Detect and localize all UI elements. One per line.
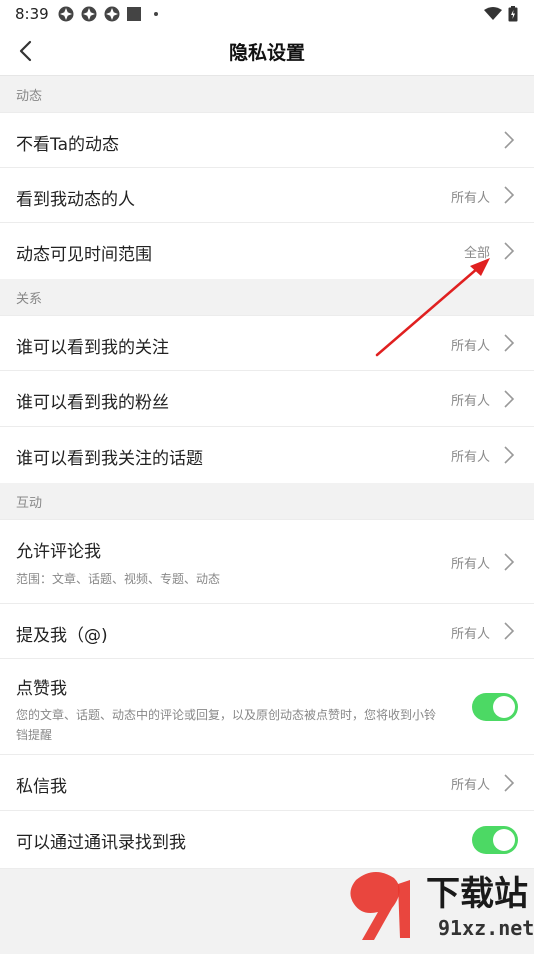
row-who-sees-following[interactable]: 谁可以看到我的关注 所有人 bbox=[0, 315, 534, 371]
more-notifications-dot-icon bbox=[154, 12, 158, 16]
site-watermark: 下载站 91xz.net bbox=[334, 860, 534, 950]
like-notification-toggle[interactable] bbox=[472, 693, 518, 721]
row-title: 允许评论我 bbox=[16, 542, 101, 562]
chevron-right-icon bbox=[504, 622, 515, 640]
chevron-right-icon bbox=[504, 334, 515, 352]
contacts-find-toggle[interactable] bbox=[472, 826, 518, 854]
row-allow-comment[interactable]: 允许评论我 范围：文章、话题、视频、专题、动态 所有人 bbox=[0, 519, 534, 604]
watermark-site: 91xz.net bbox=[438, 916, 534, 940]
section-header-dynamic: 动态 bbox=[0, 76, 534, 112]
toggle-knob bbox=[493, 696, 515, 718]
row-title: 谁可以看到我的关注 bbox=[16, 338, 169, 358]
wifi-icon bbox=[484, 7, 502, 20]
chevron-right-icon bbox=[504, 242, 515, 260]
chevron-right-icon bbox=[504, 390, 515, 408]
row-value: 所有人 bbox=[450, 450, 490, 465]
row-title: 提及我（@) bbox=[16, 626, 108, 646]
row-title: 看到我动态的人 bbox=[16, 190, 135, 210]
row-title: 点赞我 bbox=[16, 679, 67, 699]
row-title: 不看Ta的动态 bbox=[16, 135, 119, 155]
chevron-right-icon bbox=[504, 774, 515, 792]
row-mention-me[interactable]: 提及我（@) 所有人 bbox=[0, 603, 534, 659]
row-subtitle: 您的文章、话题、动态中的评论或回复，以及原创动态被点赞时，您将收到小铃铛提醒 bbox=[16, 708, 437, 742]
watermark-brand: 下载站 bbox=[426, 874, 528, 914]
notification-icons bbox=[58, 6, 158, 22]
chevron-right-icon bbox=[504, 131, 515, 149]
app-notification-icon bbox=[58, 6, 74, 22]
row-hide-ta-dynamic[interactable]: 不看Ta的动态 bbox=[0, 112, 534, 168]
status-time: 8:39 bbox=[15, 5, 49, 23]
chevron-right-icon bbox=[504, 553, 515, 571]
row-value: 所有人 bbox=[450, 627, 490, 642]
row-value: 所有人 bbox=[450, 557, 490, 572]
app-notification-icon bbox=[104, 6, 120, 22]
app-header: 隐私设置 bbox=[0, 28, 534, 76]
toggle-knob bbox=[493, 829, 515, 851]
chevron-right-icon bbox=[504, 446, 515, 464]
chevron-right-icon bbox=[504, 186, 515, 204]
app-notification-icon bbox=[81, 6, 97, 22]
notification-square-icon bbox=[127, 7, 141, 21]
row-value: 所有人 bbox=[450, 191, 490, 206]
row-value: 所有人 bbox=[450, 394, 490, 409]
section-label: 互动 bbox=[16, 496, 43, 511]
section-label: 关系 bbox=[16, 292, 43, 307]
row-title: 谁可以看到我的粉丝 bbox=[16, 393, 169, 413]
row-value: 所有人 bbox=[450, 339, 490, 354]
battery-icon bbox=[508, 6, 518, 22]
row-private-message[interactable]: 私信我 所有人 bbox=[0, 754, 534, 811]
row-who-sees-my-dynamic[interactable]: 看到我动态的人 所有人 bbox=[0, 167, 534, 223]
status-bar: 8:39 bbox=[0, 0, 534, 28]
row-dynamic-visible-time-range[interactable]: 动态可见时间范围 全部 bbox=[0, 222, 534, 279]
row-who-sees-fans[interactable]: 谁可以看到我的粉丝 所有人 bbox=[0, 370, 534, 427]
section-header-relation: 关系 bbox=[0, 279, 534, 315]
section-header-interaction: 互动 bbox=[0, 483, 534, 519]
section-label: 动态 bbox=[16, 89, 43, 104]
row-like-me: 点赞我 您的文章、话题、动态中的评论或回复，以及原创动态被点赞时，您将收到小铃铛… bbox=[0, 658, 534, 755]
row-value: 全部 bbox=[463, 246, 490, 261]
row-subtitle: 范围：文章、话题、视频、专题、动态 bbox=[16, 572, 221, 586]
row-title: 动态可见时间范围 bbox=[16, 245, 152, 265]
row-title: 谁可以看到我关注的话题 bbox=[16, 449, 203, 469]
row-who-sees-topics[interactable]: 谁可以看到我关注的话题 所有人 bbox=[0, 426, 534, 483]
row-title: 私信我 bbox=[16, 777, 67, 797]
row-value: 所有人 bbox=[450, 778, 490, 793]
page-title: 隐私设置 bbox=[228, 42, 305, 64]
row-title: 可以通过通讯录找到我 bbox=[16, 833, 186, 853]
system-icons bbox=[484, 6, 518, 22]
